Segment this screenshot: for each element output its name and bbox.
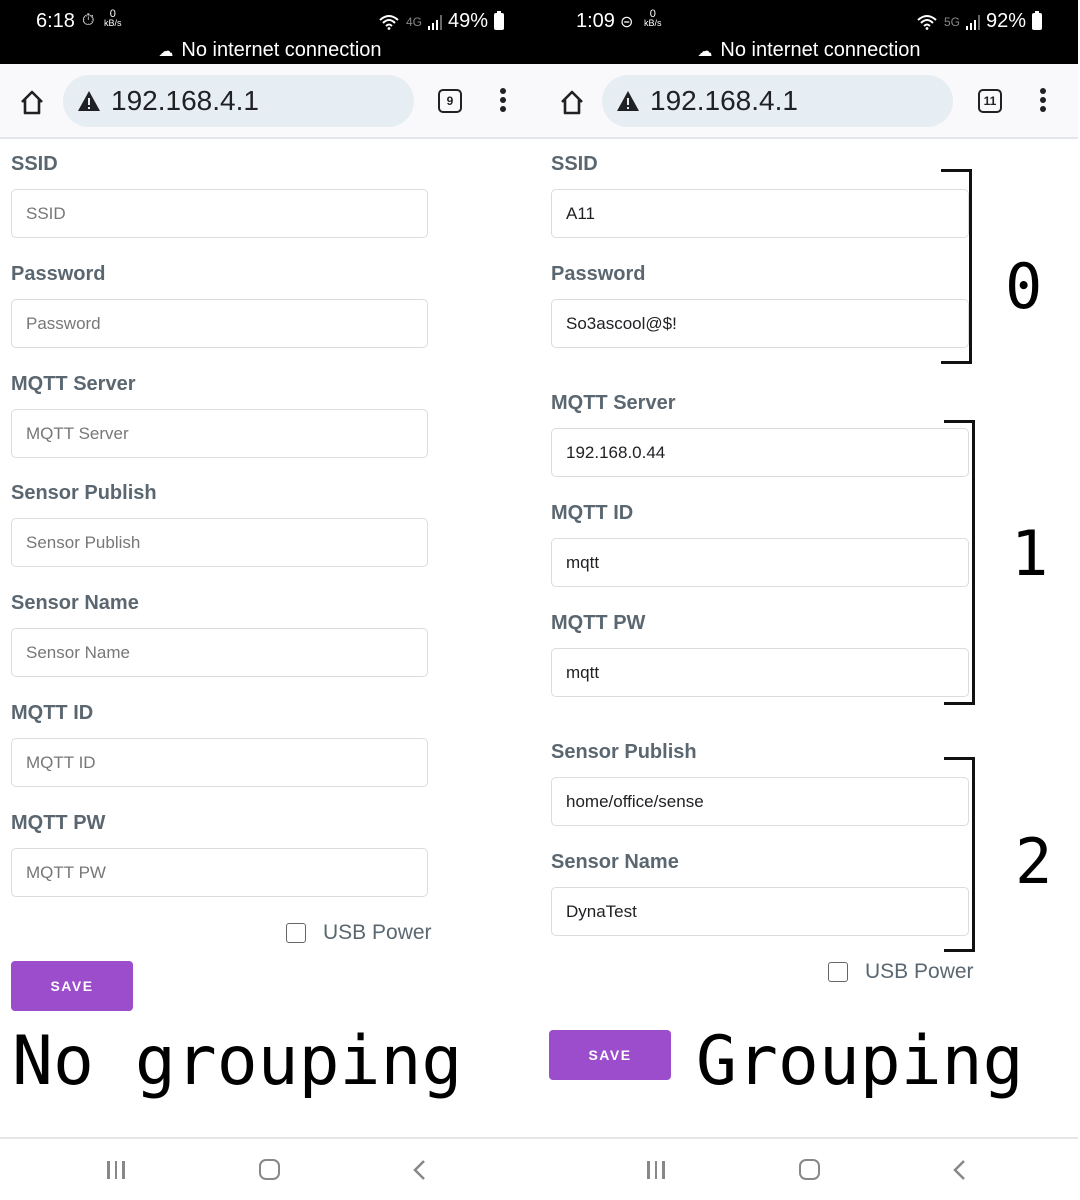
- mqtt-pw-input[interactable]: [11, 848, 428, 897]
- sensor-name-input[interactable]: [551, 887, 969, 936]
- dnd-icon: ⊝: [620, 14, 634, 31]
- android-nav-bar: [0, 1137, 540, 1200]
- tab-switcher-button[interactable]: 9: [438, 89, 462, 113]
- url-text: 192.168.4.1: [111, 85, 259, 116]
- sensor-publish-label: Sensor Publish: [11, 482, 157, 504]
- sensor-publish-input[interactable]: [551, 777, 969, 826]
- save-button[interactable]: SAVE: [549, 1030, 671, 1080]
- status-bar: 1:09 ⊝ 0 kB/s 5G 92% ☁ No internet connect…: [540, 0, 1078, 64]
- group-bracket-0: [941, 169, 972, 364]
- mqtt-server-label: MQTT Server: [551, 392, 676, 414]
- ssid-input[interactable]: [551, 189, 969, 238]
- address-bar[interactable]: 192.168.4.1: [602, 75, 953, 127]
- group-number-0: 0: [1005, 250, 1043, 323]
- status-right: 4G 49%: [378, 10, 504, 33]
- password-input[interactable]: [11, 299, 428, 348]
- mqtt-server-input[interactable]: [11, 409, 428, 458]
- password-label: Password: [551, 263, 646, 285]
- recents-icon[interactable]: [647, 1161, 665, 1179]
- mqtt-id-label: MQTT ID: [551, 502, 634, 524]
- battery-percent: 92%: [985, 10, 1026, 32]
- mqtt-pw-input[interactable]: [551, 648, 969, 697]
- status-right: 5G 92%: [916, 10, 1042, 33]
- back-icon[interactable]: [951, 1158, 967, 1182]
- sensor-name-label: Sensor Name: [11, 592, 139, 614]
- nav-home-icon[interactable]: [259, 1159, 280, 1180]
- home-icon[interactable]: [558, 88, 586, 116]
- address-bar[interactable]: 192.168.4.1: [63, 75, 414, 127]
- no-internet-banner: ☁ No internet connection: [158, 39, 382, 61]
- battery-percent: 49%: [447, 10, 488, 32]
- wifi-icon: [917, 14, 937, 30]
- password-label: Password: [11, 263, 106, 285]
- signal-icon: [965, 14, 980, 30]
- screenshot-no-grouping: 6:18 ⏱ 0 kB/s 4G 49% ☁ No internet connect…: [0, 0, 540, 1200]
- checkbox-box[interactable]: [828, 962, 848, 982]
- network-type: 4G: [405, 14, 422, 29]
- mqtt-id-input[interactable]: [551, 538, 969, 587]
- caption-no-grouping: No grouping: [12, 1022, 463, 1101]
- caption-grouping: Grouping: [696, 1022, 1024, 1101]
- usb-power-checkbox[interactable]: USB Power: [286, 921, 432, 945]
- no-internet-banner: ☁ No internet connection: [697, 39, 921, 61]
- mqtt-pw-label: MQTT PW: [11, 812, 106, 834]
- wifi-icon: [379, 14, 399, 30]
- tab-switcher-button[interactable]: 11: [978, 89, 1002, 113]
- battery-icon: [1032, 11, 1042, 30]
- screenshot-grouping: 1:09 ⊝ 0 kB/s 5G 92% ☁ No internet connect…: [540, 0, 1078, 1200]
- group-bracket-1: [944, 420, 975, 705]
- more-menu-icon[interactable]: [498, 88, 508, 116]
- more-menu-icon[interactable]: [1038, 88, 1048, 116]
- mqtt-server-label: MQTT Server: [11, 373, 136, 395]
- sensor-publish-label: Sensor Publish: [551, 741, 697, 763]
- ssid-input[interactable]: [11, 189, 428, 238]
- back-icon[interactable]: [411, 1158, 427, 1182]
- warning-icon: [78, 91, 100, 111]
- status-bar: 6:18 ⏱ 0 kB/s 4G 49% ☁ No internet connect…: [0, 0, 540, 64]
- group-number-2: 2: [1015, 825, 1053, 898]
- cloud-off-icon: ☁: [158, 43, 174, 60]
- status-time: 6:18: [36, 10, 75, 32]
- network-type: 5G: [943, 14, 960, 29]
- recents-icon[interactable]: [107, 1161, 125, 1179]
- home-icon[interactable]: [18, 88, 46, 116]
- mqtt-pw-label: MQTT PW: [551, 612, 646, 634]
- sensor-publish-input[interactable]: [11, 518, 428, 567]
- mqtt-server-input[interactable]: [551, 428, 969, 477]
- password-input[interactable]: [551, 299, 969, 348]
- usb-power-label: USB Power: [865, 960, 974, 983]
- save-button[interactable]: SAVE: [11, 961, 133, 1011]
- browser-toolbar: 192.168.4.1 11: [540, 64, 1078, 139]
- warning-icon: [617, 91, 639, 111]
- ssid-label: SSID: [11, 153, 58, 175]
- mqtt-id-input[interactable]: [11, 738, 428, 787]
- signal-icon: [427, 14, 442, 30]
- usb-power-checkbox[interactable]: USB Power: [828, 960, 974, 984]
- stopwatch-icon: ⏱: [82, 12, 95, 29]
- cloud-off-icon: ☁: [697, 43, 713, 60]
- ssid-label: SSID: [551, 153, 598, 175]
- sensor-name-label: Sensor Name: [551, 851, 679, 873]
- battery-icon: [494, 11, 504, 30]
- mqtt-id-label: MQTT ID: [11, 702, 94, 724]
- network-speed: 0 kB/s: [644, 8, 662, 28]
- sensor-name-input[interactable]: [11, 628, 428, 677]
- group-number-1: 1: [1011, 517, 1049, 590]
- android-nav-bar: [540, 1137, 1078, 1200]
- group-bracket-2: [944, 757, 975, 952]
- network-speed: 0 kB/s: [104, 8, 122, 28]
- checkbox-box[interactable]: [286, 923, 306, 943]
- url-text: 192.168.4.1: [650, 85, 798, 116]
- browser-toolbar: 192.168.4.1 9: [0, 64, 540, 139]
- usb-power-label: USB Power: [323, 921, 432, 944]
- status-time: 1:09: [576, 10, 615, 32]
- nav-home-icon[interactable]: [799, 1159, 820, 1180]
